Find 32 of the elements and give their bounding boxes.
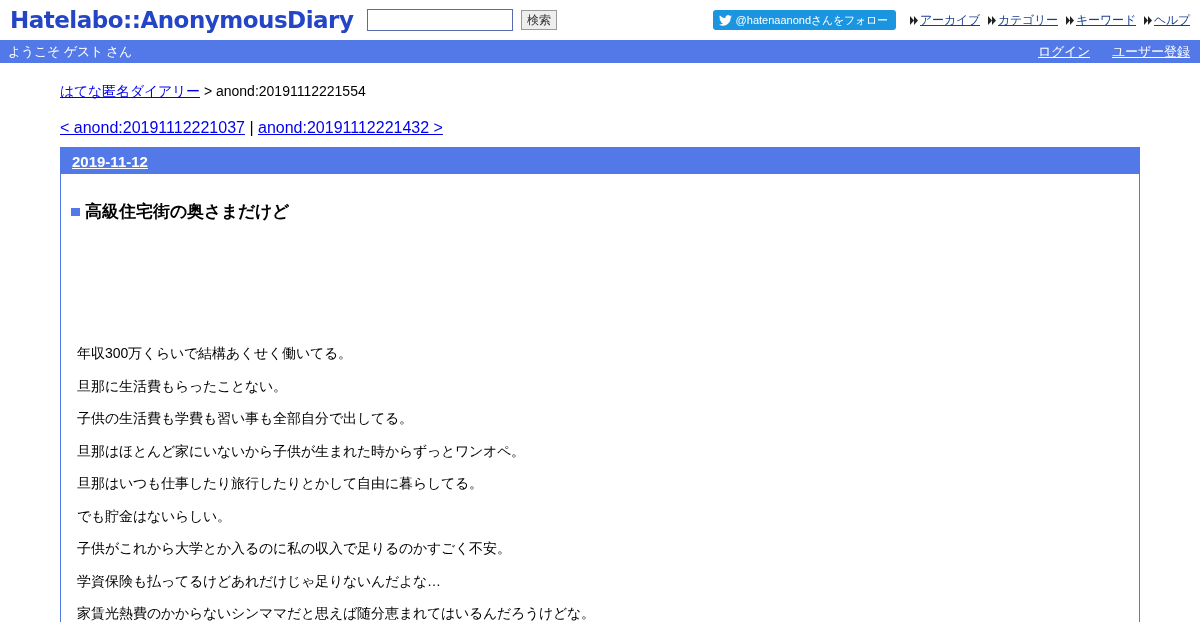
arrow-icon [988,15,996,25]
search-field[interactable] [367,9,514,31]
arrow-icon [1144,15,1152,25]
nav-link[interactable]: アーカイブ [920,11,980,29]
entry-paragraph: 旦那はほとんど家にいないから子供が生まれた時からずっとワンオペ。 [77,441,526,460]
arrow-icon [910,15,918,25]
entry-paragraph: 旦那はいつも仕事したり旅行したりとかして自由に暮らしてる。 [77,474,484,492]
entry-paragraph: 子供がこれから大学とか入るのに私の収入で足りるのかすごく不安。 [77,539,512,557]
account-link[interactable]: ログイン [1038,42,1090,61]
next-link[interactable]: anond:20191112221432 > [258,119,443,136]
entry-paragraph: でも貯金はないらしい。 [77,506,232,525]
date-link[interactable]: 2019-11-12 [72,152,148,170]
previous-link[interactable]: < anond:20191112221037 [60,119,245,136]
account-link[interactable]: ユーザー登録 [1112,42,1190,61]
site-logo[interactable]: Hatelabo::AnonymousDiary [10,7,354,33]
welcome-text: ようこそ ゲスト さん [8,42,133,61]
search-button[interactable]: 検索 [521,10,558,30]
arrow-icon [1066,15,1074,25]
nav-link[interactable]: ヘルプ [1154,11,1190,29]
entry-title: 高級住宅街の奥さまだけど [85,200,289,223]
entry-paragraph: 学資保険も払ってるけどあれだけじゃ足りないんだよな… [77,571,442,590]
breadcrumb-current: > anond:20191112221554 [203,83,366,99]
entry-paragraph: 家賃光熱費のかからないシンママだと思えば随分恵まれてはいるんだろうけどな。 [77,604,596,622]
entry-paragraph: 子供の生活費も学費も習い事も全部自分で出してる。 [77,409,414,427]
entry-paragraph: 旦那に生活費もらったことない。 [77,376,288,395]
pager-separator: | [249,119,254,136]
nav-link[interactable]: キーワード [1076,11,1136,29]
bird-icon [718,14,732,26]
breadcrumb-link[interactable]: はてな匿名ダイアリー [60,83,200,99]
square-icon[interactable] [71,206,80,216]
entry-paragraph: 年収300万くらいで結構あくせく働いてる。 [77,344,354,362]
nav-link[interactable]: カテゴリー [998,11,1058,29]
